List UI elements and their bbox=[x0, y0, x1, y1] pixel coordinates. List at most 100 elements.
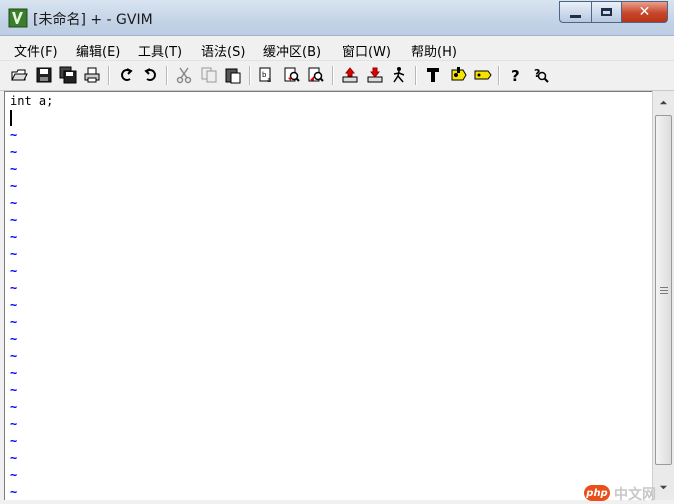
save-button[interactable] bbox=[34, 65, 54, 85]
empty-line-tilde: ~ bbox=[10, 162, 18, 176]
menu-tools[interactable]: 工具(T) bbox=[138, 41, 182, 60]
toolbar-separator bbox=[332, 66, 334, 85]
upload-icon bbox=[342, 67, 358, 83]
upload-button[interactable] bbox=[340, 65, 360, 85]
empty-line-tilde: ~ bbox=[10, 145, 18, 159]
watermark-logo: php bbox=[584, 485, 610, 501]
empty-line-tilde: ~ bbox=[10, 281, 18, 295]
toolbar-separator bbox=[108, 66, 110, 85]
run-script-icon bbox=[393, 67, 405, 83]
make-button[interactable] bbox=[423, 65, 443, 85]
help-button[interactable]: ? bbox=[506, 65, 526, 85]
svg-text:a: a bbox=[267, 76, 271, 84]
redo-icon bbox=[144, 68, 156, 81]
menu-buffers[interactable]: 缓冲区(B) bbox=[263, 41, 321, 60]
empty-line-tilde: ~ bbox=[10, 247, 18, 261]
svg-text:b: b bbox=[262, 71, 267, 79]
save-all-button[interactable] bbox=[58, 65, 78, 85]
scrollbar-thumb[interactable] bbox=[655, 115, 672, 465]
find-replace-button[interactable] bbox=[282, 65, 302, 85]
toolbar-separator bbox=[498, 66, 500, 85]
empty-line-tilde: ~ bbox=[10, 468, 18, 482]
toolbar: ab ? ? bbox=[0, 61, 674, 91]
find-replace-icon bbox=[284, 67, 300, 82]
site-watermark: php 中文网 bbox=[584, 485, 674, 503]
download-icon bbox=[367, 67, 383, 83]
menu-file[interactable]: 文件(F) bbox=[14, 41, 58, 60]
cut-icon bbox=[176, 67, 192, 84]
empty-line-tilde: ~ bbox=[10, 213, 18, 227]
undo-button[interactable] bbox=[116, 65, 136, 85]
build-tags-button[interactable] bbox=[448, 65, 468, 85]
empty-line-tilde: ~ bbox=[10, 230, 18, 244]
make-icon bbox=[427, 68, 439, 82]
thumb-grip bbox=[660, 287, 668, 288]
paste-icon bbox=[225, 68, 241, 84]
empty-line-tilde: ~ bbox=[10, 400, 18, 414]
build-tags-icon bbox=[451, 67, 467, 81]
empty-line-tilde: ~ bbox=[10, 383, 18, 397]
copy-button[interactable] bbox=[199, 65, 219, 85]
find-next-icon bbox=[308, 67, 324, 82]
redo-button[interactable] bbox=[141, 65, 161, 85]
empty-line-tilde: ~ bbox=[10, 264, 18, 278]
jump-tag-icon bbox=[474, 70, 492, 80]
close-button[interactable]: ✕ bbox=[621, 1, 668, 23]
empty-line-tilde: ~ bbox=[10, 298, 18, 312]
toolbar-separator bbox=[249, 66, 251, 85]
editor-text-area[interactable]: int a; ~ ~ ~ ~ ~ ~ ~ ~ ~ ~ ~ ~ ~ ~ ~ ~ ~ ~ ~ ~ ~ ~ bbox=[4, 91, 652, 500]
empty-line-tilde: ~ bbox=[10, 485, 18, 499]
load-session-button[interactable]: ab bbox=[257, 65, 277, 85]
thumb-grip bbox=[660, 293, 668, 294]
print-button[interactable] bbox=[82, 65, 102, 85]
maximize-icon bbox=[601, 8, 612, 16]
save-icon bbox=[36, 67, 52, 83]
find-help-icon: ? bbox=[534, 67, 549, 83]
open-icon bbox=[11, 69, 28, 81]
empty-line-tilde: ~ bbox=[10, 179, 18, 193]
copy-icon bbox=[201, 67, 217, 83]
paste-button[interactable] bbox=[223, 65, 243, 85]
find-help-button[interactable]: ? bbox=[531, 65, 551, 85]
undo-icon bbox=[121, 68, 133, 81]
svg-text:?: ? bbox=[511, 67, 520, 84]
jump-tag-button[interactable] bbox=[473, 65, 493, 85]
empty-line-tilde: ~ bbox=[10, 417, 18, 431]
vertical-scrollbar[interactable] bbox=[652, 91, 674, 500]
download-button[interactable] bbox=[365, 65, 385, 85]
empty-line-tilde: ~ bbox=[10, 366, 18, 380]
menu-window[interactable]: 窗口(W) bbox=[342, 41, 391, 60]
gvim-logo-icon bbox=[8, 8, 28, 28]
scroll-up-button[interactable] bbox=[655, 94, 672, 111]
minimize-icon bbox=[570, 14, 581, 18]
help-icon: ? bbox=[511, 67, 520, 84]
run-script-button[interactable] bbox=[389, 65, 409, 85]
empty-line-tilde: ~ bbox=[10, 315, 18, 329]
menu-syntax[interactable]: 语法(S) bbox=[201, 41, 245, 60]
empty-line-tilde: ~ bbox=[10, 196, 18, 210]
empty-line-tilde: ~ bbox=[10, 128, 18, 142]
watermark-text: 中文网 bbox=[614, 487, 656, 503]
empty-line-tilde: ~ bbox=[10, 349, 18, 363]
empty-line-tilde: ~ bbox=[10, 332, 18, 346]
save-all-icon bbox=[59, 66, 77, 84]
empty-line-tilde: ~ bbox=[10, 434, 18, 448]
cut-button[interactable] bbox=[174, 65, 194, 85]
title-bar[interactable]: [未命名] + - GVIM ✕ bbox=[0, 0, 674, 36]
toolbar-separator bbox=[415, 66, 417, 85]
code-line-1: int a; bbox=[10, 94, 54, 108]
menu-help[interactable]: 帮助(H) bbox=[411, 41, 457, 60]
menu-bar: 文件(F) 编辑(E) 工具(T) 语法(S) 缓冲区(B) 窗口(W) 帮助(… bbox=[0, 36, 674, 61]
find-next-button[interactable] bbox=[306, 65, 326, 85]
menu-edit[interactable]: 编辑(E) bbox=[76, 41, 120, 60]
minimize-button[interactable] bbox=[559, 1, 591, 23]
open-button[interactable] bbox=[9, 65, 29, 85]
thumb-grip bbox=[660, 290, 668, 291]
print-icon bbox=[84, 67, 100, 83]
window-title: [未命名] + - GVIM bbox=[33, 12, 153, 28]
text-cursor bbox=[10, 110, 12, 126]
load-session-icon: ab bbox=[259, 67, 271, 84]
close-icon: ✕ bbox=[638, 4, 651, 20]
empty-line-tilde: ~ bbox=[10, 451, 18, 465]
maximize-button[interactable] bbox=[591, 1, 621, 23]
